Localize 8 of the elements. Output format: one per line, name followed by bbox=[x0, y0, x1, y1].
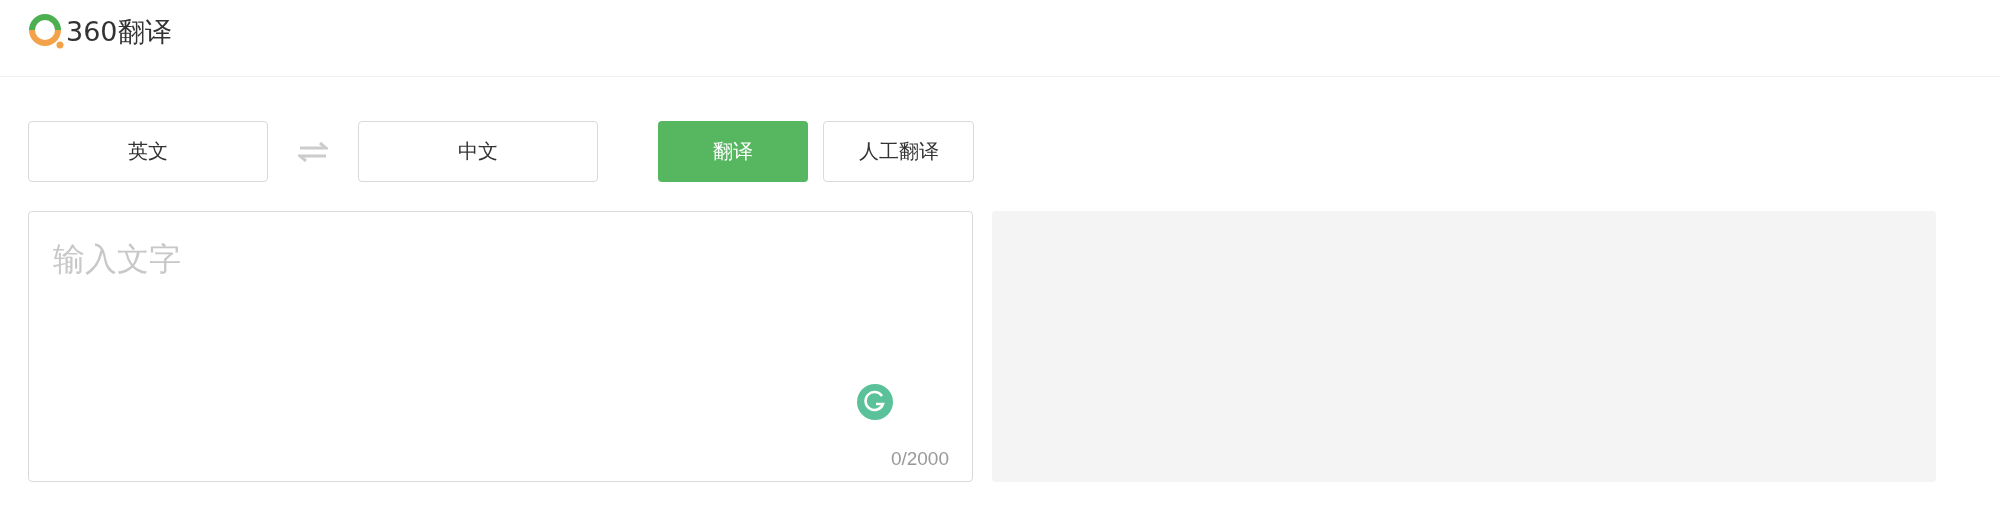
source-language-button[interactable]: 英文 bbox=[28, 121, 268, 182]
swap-icon[interactable] bbox=[298, 139, 328, 164]
human-translation-button[interactable]: 人工翻译 bbox=[823, 121, 974, 182]
logo-text: 360翻译 bbox=[66, 15, 172, 49]
character-counter: 0/2000 bbox=[890, 448, 949, 470]
grammar-icon[interactable] bbox=[857, 384, 893, 420]
logo-icon bbox=[28, 14, 64, 50]
target-language-button[interactable]: 中文 bbox=[358, 121, 598, 182]
